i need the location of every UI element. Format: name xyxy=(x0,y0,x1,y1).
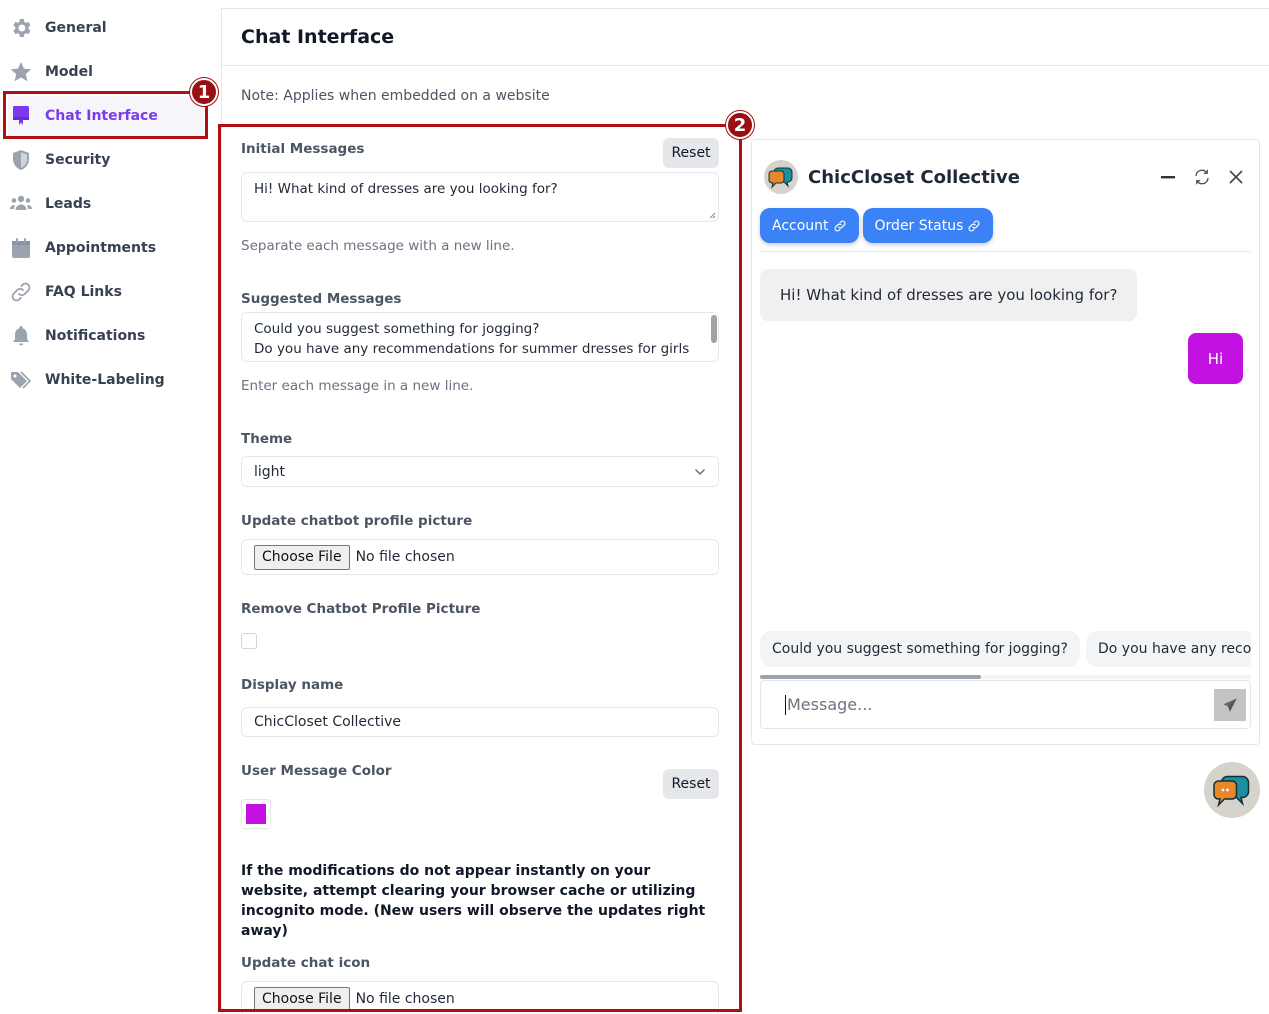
tags-icon xyxy=(8,367,34,393)
sidebar-item-model[interactable]: Model xyxy=(8,52,204,92)
file-status: No file chosen xyxy=(355,549,455,565)
suggested-message-line: Do you have any recommendations for summ… xyxy=(254,341,690,357)
sidebar-item-leads[interactable]: Leads xyxy=(8,184,204,224)
theme-value: light xyxy=(254,463,286,480)
suggested-messages-help: Enter each message in a new line. xyxy=(241,378,474,394)
gear-icon xyxy=(8,15,34,41)
user-message-color-reset-button[interactable]: Reset xyxy=(663,769,719,799)
star-icon xyxy=(8,59,34,85)
initial-messages-help: Separate each message with a new line. xyxy=(241,238,515,254)
profile-picture-label: Update chatbot profile picture xyxy=(241,513,473,529)
color-swatch xyxy=(246,804,266,824)
sidebar-item-security[interactable]: Security xyxy=(8,140,204,180)
sidebar-item-label: General xyxy=(45,20,107,36)
sidebar-item-label: Model xyxy=(45,64,93,80)
suggested-message-chip[interactable]: Could you suggest something for jogging? xyxy=(760,631,1080,667)
initial-messages-reset-button[interactable]: Reset xyxy=(663,138,719,168)
chat-bubbles-icon xyxy=(1213,775,1250,808)
sidebar-item-chat-interface[interactable]: Chat Interface xyxy=(8,96,204,136)
sidebar-item-appointments[interactable]: Appointments xyxy=(8,228,204,268)
link-label: Order Status xyxy=(874,217,964,234)
sidebar-item-general[interactable]: General xyxy=(8,8,204,48)
initial-messages-label: Initial Messages xyxy=(241,141,365,157)
chat-header: ChicCloset Collective xyxy=(764,159,1247,195)
send-icon xyxy=(1223,698,1237,712)
file-status: No file chosen xyxy=(355,991,455,1007)
quick-links: Account Order Status xyxy=(760,208,994,243)
sidebar-item-label: Appointments xyxy=(45,240,157,256)
chat-title: ChicCloset Collective xyxy=(808,166,1020,188)
chatbot-avatar xyxy=(764,160,798,194)
suggested-message-chip[interactable]: Do you have any recommendations for summ… xyxy=(1085,631,1251,667)
users-icon xyxy=(8,191,34,217)
sidebar-item-notifications[interactable]: Notifications xyxy=(8,316,204,356)
sidebar-item-label: Notifications xyxy=(45,328,146,344)
sidebar-item-label: Leads xyxy=(45,196,92,212)
annotation-badge-1: 1 xyxy=(190,78,218,106)
suggested-messages-label: Suggested Messages xyxy=(241,291,402,307)
choose-file-button[interactable]: Choose File xyxy=(254,986,350,1012)
shield-icon xyxy=(8,147,34,173)
resize-grip-icon[interactable] xyxy=(708,211,716,219)
chat-icon-file-input[interactable]: Choose File No file chosen xyxy=(241,981,719,1014)
minimize-icon[interactable] xyxy=(1157,166,1179,188)
theme-label: Theme xyxy=(241,431,293,447)
bell-icon xyxy=(8,323,34,349)
paintbrush-icon xyxy=(8,103,34,129)
profile-picture-file-input[interactable]: Choose File No file chosen xyxy=(241,539,719,575)
chat-icon-label: Update chat icon xyxy=(241,955,371,971)
calendar-icon xyxy=(8,235,34,261)
link-icon xyxy=(834,220,845,231)
bot-message: Hi! What kind of dresses are you looking… xyxy=(760,269,1138,321)
scrollbar-thumb[interactable] xyxy=(760,675,981,679)
suggestions-scrollbar[interactable] xyxy=(760,675,1251,679)
sidebar-item-white-labeling[interactable]: White-Labeling xyxy=(8,360,204,400)
annotation-badge-2: 2 xyxy=(726,111,754,139)
user-message: Hi xyxy=(1188,333,1243,384)
sidebar-item-label: Chat Interface xyxy=(45,108,158,124)
sidebar-item-label: FAQ Links xyxy=(45,284,122,300)
chevron-down-icon xyxy=(694,468,706,475)
remove-picture-label: Remove Chatbot Profile Picture xyxy=(241,601,481,617)
cache-warning: If the modifications do not appear insta… xyxy=(241,863,706,939)
suggested-messages-row: Could you suggest something for jogging?… xyxy=(760,631,1251,667)
send-button[interactable] xyxy=(1214,689,1246,721)
suggested-message-line: Could you suggest something for jogging? xyxy=(254,321,540,337)
page-header: Chat Interface xyxy=(222,9,1269,66)
message-input[interactable]: Message... xyxy=(760,680,1251,729)
link-label: Account xyxy=(772,217,829,234)
display-name-input[interactable]: ChicCloset Collective xyxy=(241,707,719,737)
chat-preview: ChicCloset Collective Account Order Stat… xyxy=(751,139,1260,745)
refresh-icon[interactable] xyxy=(1191,166,1213,188)
chat-launcher-button[interactable] xyxy=(1204,762,1260,818)
close-icon[interactable] xyxy=(1225,166,1247,188)
initial-messages-textarea[interactable]: Hi! What kind of dresses are you looking… xyxy=(241,172,719,222)
embed-note: Note: Applies when embedded on a website xyxy=(241,88,550,104)
remove-picture-checkbox[interactable] xyxy=(241,633,257,649)
message-placeholder: Message... xyxy=(787,695,873,714)
initial-messages-value: Hi! What kind of dresses are you looking… xyxy=(254,181,558,197)
sidebar: General Model Chat Interface Security Le… xyxy=(0,0,220,1014)
divider xyxy=(760,251,1251,252)
user-message-color-picker[interactable] xyxy=(241,799,271,829)
sidebar-item-label: Security xyxy=(45,152,111,168)
display-name-label: Display name xyxy=(241,677,344,693)
chat-bubbles-icon xyxy=(768,167,793,189)
page-title: Chat Interface xyxy=(241,26,395,48)
user-message-color-label: User Message Color xyxy=(241,763,392,779)
order-status-link-button[interactable]: Order Status xyxy=(862,208,994,243)
suggested-messages-textarea[interactable]: Could you suggest something for jogging?… xyxy=(241,312,719,362)
link-icon xyxy=(968,220,980,231)
sidebar-item-faq-links[interactable]: FAQ Links xyxy=(8,272,204,312)
text-caret xyxy=(785,694,786,715)
textarea-scrollbar[interactable] xyxy=(711,315,717,343)
choose-file-button[interactable]: Choose File xyxy=(254,544,350,570)
theme-select[interactable]: light xyxy=(241,456,719,487)
account-link-button[interactable]: Account xyxy=(760,208,859,243)
display-name-value: ChicCloset Collective xyxy=(254,714,402,730)
link-icon xyxy=(8,279,34,305)
sidebar-item-label: White-Labeling xyxy=(45,372,165,388)
